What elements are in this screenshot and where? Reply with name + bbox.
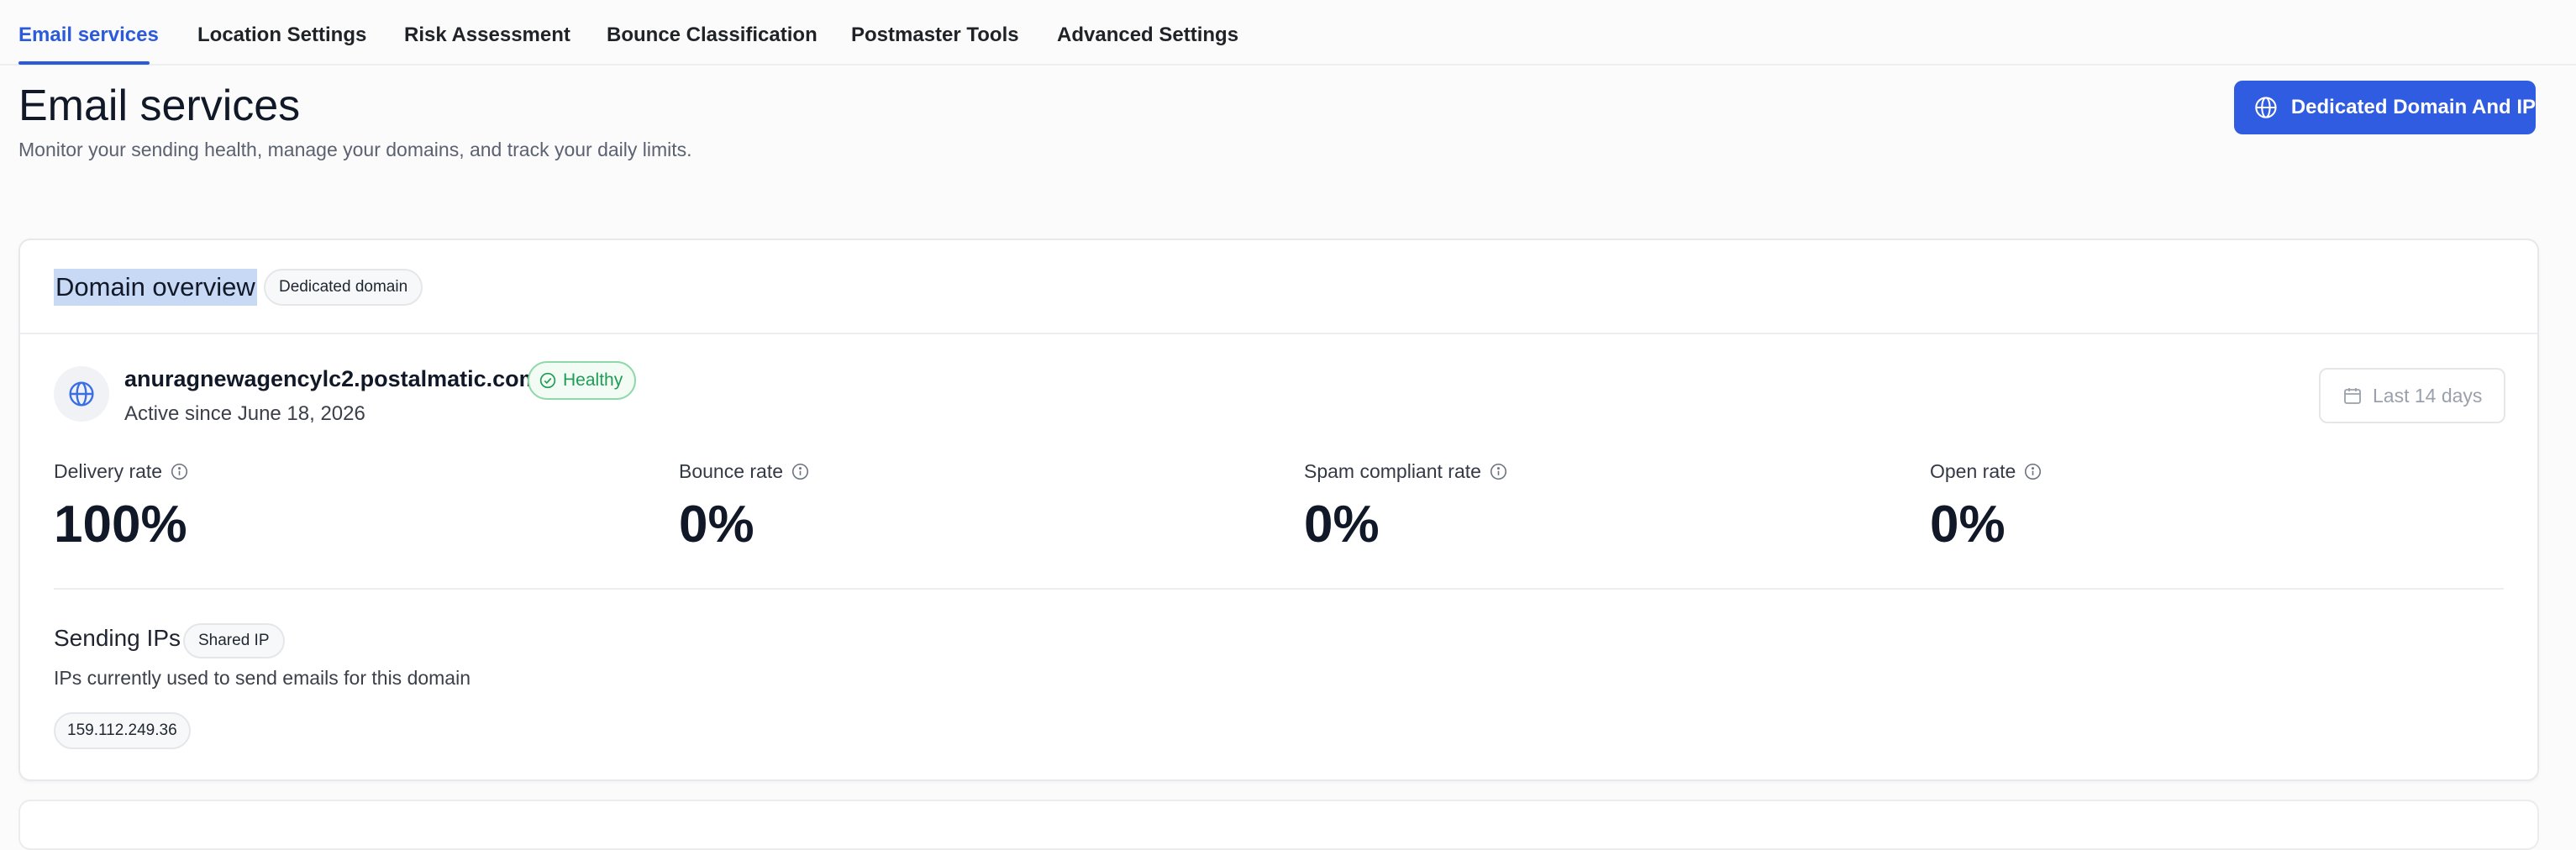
divider — [54, 588, 2504, 590]
calendar-icon — [2344, 388, 2361, 404]
active-since: Active since June 18, 2026 — [124, 402, 365, 425]
info-icon[interactable] — [2024, 463, 2042, 480]
dedicated-domain-and-ip-button[interactable]: Dedicated Domain And IP — [2234, 81, 2536, 134]
metric-value-spam-compliant-rate: 0% — [1304, 496, 1380, 554]
page-subtitle: Monitor your sending health, manage your… — [18, 139, 692, 160]
tab-risk-assessment[interactable]: Risk Assessment — [404, 24, 570, 47]
domain-name: anuragnewagencylc2.postalmatic.com — [124, 366, 539, 391]
tab-bounce-classification[interactable]: Bounce Classification — [607, 24, 817, 47]
check-circle-icon — [539, 372, 556, 389]
date-range-button[interactable]: Last 14 days — [2319, 368, 2505, 423]
metric-label-open-rate: Open rate — [1930, 460, 2042, 483]
metric-value-bounce-rate: 0% — [679, 496, 754, 554]
dedicated-domain-and-ip-label: Dedicated Domain And IP — [2290, 96, 2536, 118]
status-label: Healthy — [563, 370, 623, 390]
metric-value-delivery-rate: 100% — [54, 496, 187, 554]
metric-label-text: Spam compliant rate — [1304, 460, 1481, 482]
metric-label-text: Bounce rate — [679, 460, 784, 482]
info-icon[interactable] — [791, 463, 809, 480]
card-header: Domain overview Dedicated domain — [20, 240, 2537, 334]
status-badge: Healthy — [528, 361, 637, 400]
globe-icon — [2255, 97, 2277, 118]
tab-email-services[interactable]: Email services — [18, 24, 159, 47]
info-icon[interactable] — [171, 463, 188, 480]
tab-location-settings[interactable]: Location Settings — [197, 24, 366, 47]
next-card — [18, 800, 2539, 850]
card-title: Domain overview — [54, 269, 257, 306]
tab-advanced-settings[interactable]: Advanced Settings — [1057, 24, 1238, 47]
active-tab-indicator — [18, 61, 150, 65]
metric-label-text: Open rate — [1930, 460, 2016, 482]
shared-ip-badge: Shared IP — [183, 623, 285, 658]
metric-label-text: Delivery rate — [54, 460, 163, 482]
page-title: Email services — [18, 81, 301, 130]
sending-ips-title: Sending IPs — [54, 625, 181, 651]
ip-chip: 159.112.249.36 — [54, 712, 191, 749]
domain-overview-card: Domain overview Dedicated domain anuragn… — [18, 239, 2539, 781]
tab-postmaster-tools[interactable]: Postmaster Tools — [851, 24, 1019, 47]
metric-value-open-rate: 0% — [1930, 496, 2006, 554]
sending-ips-description: IPs currently used to send emails for th… — [54, 667, 471, 689]
metric-label-delivery-rate: Delivery rate — [54, 460, 188, 483]
domain-avatar — [54, 366, 109, 422]
date-range-label: Last 14 days — [2373, 384, 2483, 407]
metric-label-bounce-rate: Bounce rate — [679, 460, 809, 483]
tab-bar: Email services Location Settings Risk As… — [0, 0, 2576, 66]
info-icon[interactable] — [1490, 463, 1507, 480]
metric-label-spam-compliant-rate: Spam compliant rate — [1304, 460, 1507, 483]
dedicated-domain-badge: Dedicated domain — [264, 269, 423, 306]
globe-icon — [69, 381, 94, 407]
